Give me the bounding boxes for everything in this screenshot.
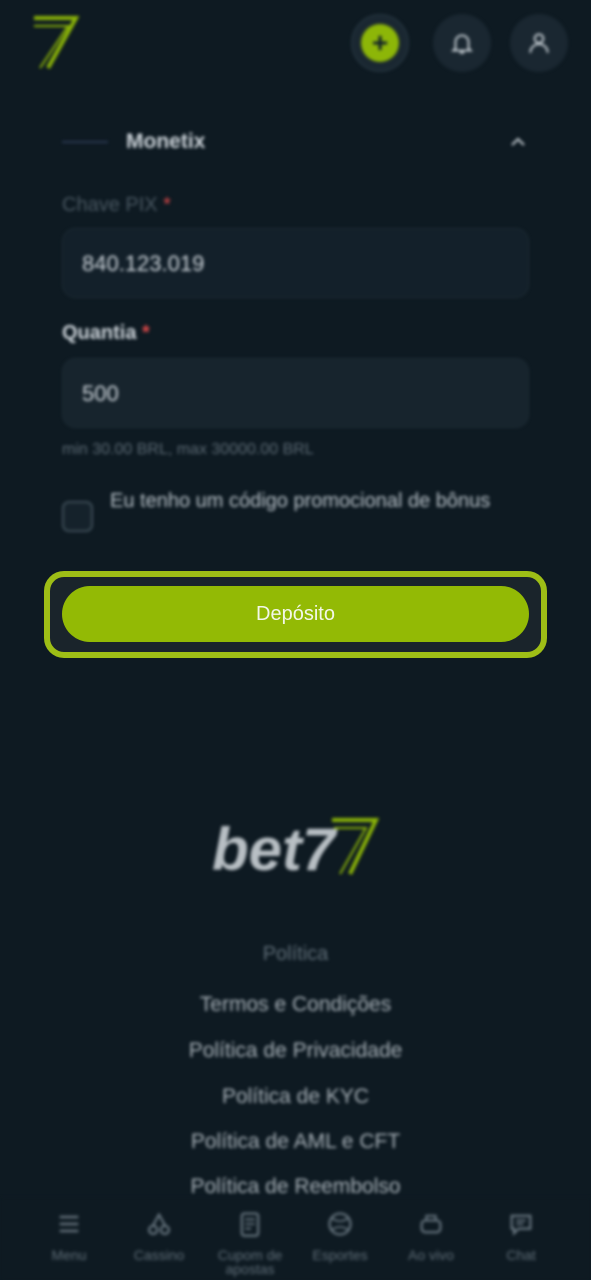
method-logo — [62, 141, 108, 143]
live-icon — [420, 1214, 442, 1234]
nav-label: Menu — [51, 1247, 87, 1263]
profile-button[interactable] — [510, 14, 568, 72]
nav-label: Chat — [506, 1247, 536, 1263]
payment-method-header[interactable]: Monetix — [62, 122, 532, 162]
add-funds-button[interactable]: + — [351, 14, 409, 72]
pix-key-value: 840.123.019 — [82, 251, 205, 276]
user-icon — [529, 33, 549, 53]
nav-label: Ao vivo — [408, 1247, 454, 1263]
amount-label-text: Quantia — [62, 322, 137, 344]
pix-key-label: Chave PIX * — [62, 194, 171, 217]
nav-label: Cupom de apostas — [217, 1247, 283, 1277]
bottom-navigation: Menu Cassino Cupom de apostas Esportes A… — [0, 1198, 591, 1280]
refund-policy-link[interactable]: Política de Reembolso — [0, 1175, 591, 1199]
nav-label: Esportes — [312, 1247, 368, 1263]
amount-value: 500 — [82, 381, 119, 406]
nav-casino[interactable]: Cassino — [118, 1198, 200, 1280]
bet7-mark-logo[interactable] — [30, 14, 80, 72]
cherries-icon — [148, 1212, 170, 1235]
deposit-button[interactable]: Depósito — [62, 586, 529, 642]
amount-input[interactable]: 500 — [62, 358, 529, 428]
plus-icon: + — [361, 24, 399, 62]
pix-key-label-text: Chave PIX — [62, 194, 158, 216]
ball-icon — [328, 1212, 352, 1236]
promo-code-label[interactable]: Eu tenho um código promocional de bônus — [110, 485, 510, 518]
promo-code-checkbox[interactable] — [62, 501, 93, 532]
nav-sports[interactable]: Esportes — [299, 1198, 381, 1280]
nav-live[interactable]: Ao vivo — [390, 1198, 472, 1280]
chevron-up-icon[interactable] — [508, 132, 528, 152]
betslip-icon — [240, 1212, 260, 1237]
nav-chat[interactable]: Chat — [480, 1198, 562, 1280]
required-marker: * — [163, 194, 171, 216]
amount-limits-hint: min 30.00 BRL, max 30000.00 BRL — [62, 441, 314, 458]
terms-link[interactable]: Termos e Condições — [0, 993, 591, 1017]
method-name: Monetix — [126, 130, 206, 153]
privacy-policy-link[interactable]: Política de Privacidade — [0, 1039, 591, 1063]
notifications-button[interactable] — [433, 14, 491, 72]
policy-section-title: Política — [262, 943, 329, 965]
aml-policy-link[interactable]: Política de AML e CFT — [0, 1130, 591, 1154]
nav-label: Cassino — [133, 1247, 185, 1263]
required-marker: * — [142, 322, 150, 344]
header: + — [0, 0, 591, 90]
pix-key-input[interactable]: 840.123.019 — [62, 228, 529, 298]
brand-text: bet7 — [212, 816, 338, 878]
kyc-policy-link[interactable]: Política de KYC — [0, 1085, 591, 1109]
bell-icon — [450, 34, 474, 54]
nav-menu[interactable]: Menu — [28, 1198, 110, 1280]
bet7-logo: bet7 — [212, 816, 380, 878]
chat-icon — [510, 1214, 532, 1236]
menu-icon — [59, 1215, 79, 1233]
amount-label: Quantia * — [62, 322, 150, 345]
nav-betslip[interactable]: Cupom de apostas — [209, 1198, 291, 1280]
